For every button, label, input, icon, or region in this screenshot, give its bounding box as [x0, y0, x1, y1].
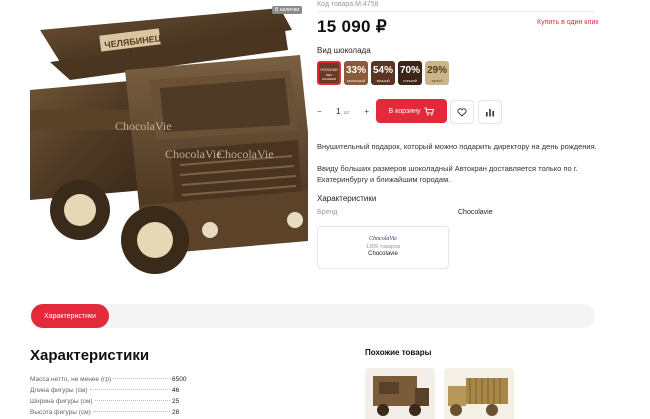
similar-product-image: [365, 368, 435, 419]
divider: [317, 11, 595, 12]
specs-title: Характеристики: [30, 347, 150, 364]
spec-row: Ширина фигуры (см) 25: [30, 398, 190, 405]
similar-product-thumb[interactable]: [444, 368, 514, 419]
stock-badge: В наличии: [272, 6, 303, 14]
similar-product-thumb[interactable]: [365, 368, 435, 419]
variant-sub: горький: [403, 79, 417, 83]
product-photo[interactable]: ЧЕЛЯБИНЕЦ ChocolaVie ChocolaVie ChocolaV…: [30, 0, 308, 278]
description-paragraph-2: Ввиду больших размеров шоколадный Автокр…: [317, 164, 578, 184]
spec-row: Длина фигуры (см) 46: [30, 387, 190, 394]
description-paragraph-1: Внушительный подарок, который можно пода…: [317, 142, 597, 151]
qty-value[interactable]: 1: [336, 107, 340, 116]
spec-value: 25: [172, 398, 180, 405]
qty-minus-button[interactable]: −: [317, 107, 322, 116]
crane-truck-image: ЧЕЛЯБИНЕЦ ChocolaVie ChocolaVie ChocolaV…: [30, 8, 308, 274]
spec-row: Масса нетто, не менее (гр) 6500: [30, 376, 190, 383]
qty-plus-button[interactable]: +: [364, 107, 369, 116]
variant-sub: молочный: [346, 79, 365, 83]
product-code: Код товара:М.4758: [317, 1, 379, 8]
variant-swatch-54[interactable]: 54% тёмный: [371, 61, 395, 85]
qty-unit: шт: [343, 109, 350, 116]
spec-value: 6500: [172, 376, 187, 383]
variant-pct: 29%: [426, 65, 447, 76]
spec-label: Длина фигуры (см): [30, 387, 88, 394]
compare-icon: [486, 108, 494, 116]
tabs-bar: [30, 304, 595, 328]
watermark-text-2: ChocolaVie: [165, 147, 222, 161]
variant-pct: 54%: [372, 65, 393, 76]
compare-button[interactable]: [478, 100, 502, 124]
similar-products-title: Похожие товары: [365, 348, 432, 357]
variant-swatch-29[interactable]: 29% белый: [425, 61, 449, 85]
variant-label: ПОЛОСКИ: [320, 68, 338, 72]
spec-value: 46: [172, 387, 180, 394]
tab-characteristics[interactable]: Характеристики: [31, 304, 109, 328]
variant-swatch-70[interactable]: 70% горький: [398, 61, 422, 85]
quantity-stepper: − 1 шт +: [317, 100, 369, 122]
buy-one-click-link[interactable]: Купить в один клик: [537, 19, 598, 26]
variant-sub: Без начинки: [321, 73, 337, 81]
variant-title: Вид шоколада: [317, 46, 371, 55]
variant-pct: 70%: [399, 65, 420, 76]
spec-value: 28: [172, 409, 180, 416]
add-to-cart-button[interactable]: В корзину: [376, 99, 447, 123]
variant-swatch-33[interactable]: 33% молочный: [344, 61, 368, 85]
cart-label: В корзину: [388, 107, 421, 115]
watermark-text-3: ChocolaVie: [217, 147, 274, 161]
short-characteristics-title: Характеристики: [317, 194, 377, 203]
favorite-button[interactable]: [450, 100, 474, 124]
similar-product-image: [444, 368, 514, 419]
brand-logo: ChocolaVie: [369, 236, 397, 242]
brand-label: Бренд: [317, 209, 338, 216]
variant-pct: 33%: [345, 65, 366, 76]
spec-label: Ширина фигуры (см): [30, 398, 93, 405]
product-price: 15 090 ₽: [317, 17, 387, 36]
heart-icon: [457, 107, 467, 117]
variant-swatches: ПОЛОСКИ Без начинки 33% молочный 54% тём…: [317, 61, 449, 85]
variant-sub: тёмный: [376, 79, 390, 83]
brand-value: Chocolavie: [458, 209, 493, 216]
spec-row: Высота фигуры (см) 28: [30, 409, 190, 416]
spec-label: Высота фигуры (см): [30, 409, 91, 416]
brand-card[interactable]: ChocolaVie 1309 товаров Chocolavie: [317, 226, 449, 269]
brand-name: Chocolavie: [368, 251, 398, 257]
variant-swatch-plain[interactable]: ПОЛОСКИ Без начинки: [317, 61, 341, 85]
cart-icon: [424, 107, 435, 116]
variant-sub: белый: [431, 79, 443, 83]
spec-label: Масса нетто, не менее (гр): [30, 376, 112, 383]
watermark-text-1: ChocolaVie: [115, 119, 172, 133]
brand-product-count: 1309 товаров: [365, 244, 401, 250]
